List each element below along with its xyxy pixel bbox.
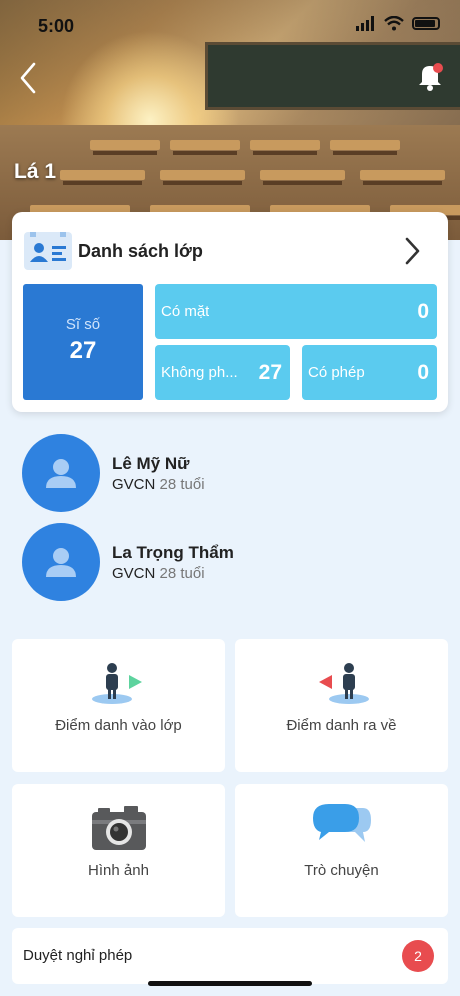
checkin-icon: [91, 663, 142, 704]
leave-approval-row[interactable]: Duyệt nghỉ phép 2: [12, 928, 448, 984]
absent-unexcused-value: 27: [258, 361, 282, 384]
camera-icon: [91, 806, 146, 850]
hero-desk: [160, 170, 245, 180]
excused-tile[interactable]: Có phép 0: [302, 345, 437, 400]
checkin-button[interactable]: Điểm danh vào lớp: [12, 639, 225, 772]
photos-button[interactable]: Hình ảnh: [12, 784, 225, 917]
chat-button[interactable]: Trò chuyện: [235, 784, 448, 917]
class-name: Lá 1: [14, 160, 57, 183]
chat-label: Trò chuyện: [304, 862, 379, 879]
hero-desk: [330, 140, 400, 150]
excused-label: Có phép: [308, 364, 365, 381]
signal-icon: [356, 16, 374, 31]
user-icon: [46, 459, 76, 488]
hero-desk: [90, 140, 160, 150]
absent-unexcused-label: Không ph...: [161, 364, 238, 381]
hero-desk: [170, 140, 240, 150]
chevron-right-icon: [405, 237, 420, 265]
class-list-icon: [24, 232, 72, 270]
status-icons: [356, 16, 440, 31]
checkin-label: Điểm danh vào lớp: [55, 717, 182, 734]
present-label: Có mặt: [161, 303, 210, 320]
teacher-item[interactable]: La Trọng Thẩm GVCN 28 tuổi: [22, 523, 442, 601]
battery-icon: [412, 17, 440, 30]
class-list-title: Danh sách lớp: [78, 241, 203, 261]
teacher-name: Lê Mỹ Nữ: [112, 454, 190, 473]
checkout-label: Điểm danh ra về: [286, 717, 397, 734]
wifi-icon: [384, 16, 404, 31]
leave-approval-label: Duyệt nghỉ phép: [23, 947, 133, 964]
avatar: [22, 523, 100, 601]
status-bar: 5:00: [0, 0, 460, 50]
home-indicator: [148, 981, 312, 986]
checkout-icon: [318, 663, 369, 704]
teacher-role-label: GVCN: [112, 565, 156, 582]
teacher-age: 28 tuổi: [159, 476, 205, 493]
back-button[interactable]: [14, 60, 44, 96]
checkout-button[interactable]: Điểm danh ra về: [235, 639, 448, 772]
bell-icon: [419, 63, 443, 91]
teacher-name: La Trọng Thẩm: [112, 543, 234, 562]
total-students-label: Sĩ số: [65, 316, 101, 333]
teacher-item[interactable]: Lê Mỹ Nữ GVCN 28 tuổi: [22, 434, 442, 512]
id-card-icon: [26, 232, 70, 268]
leave-count-badge: 2: [402, 940, 434, 972]
photos-label: Hình ảnh: [88, 862, 149, 879]
chevron-left-icon: [20, 62, 36, 94]
present-tile[interactable]: Có mặt 0: [155, 284, 437, 339]
teacher-age: 28 tuổi: [159, 565, 205, 582]
hero-desk: [260, 170, 345, 180]
avatar: [22, 434, 100, 512]
total-students-tile[interactable]: Sĩ số 27: [23, 284, 143, 400]
teacher-role: GVCN 28 tuổi: [112, 476, 205, 493]
total-students-value: 27: [69, 337, 97, 364]
class-list-open-button[interactable]: [402, 236, 422, 266]
teacher-role-label: GVCN: [112, 476, 156, 493]
hero-desk: [60, 170, 145, 180]
absent-unexcused-tile[interactable]: Không ph... 27: [155, 345, 290, 400]
hero-desk: [360, 170, 445, 180]
notification-button[interactable]: [414, 60, 446, 92]
user-icon: [46, 548, 76, 577]
hero-desk: [250, 140, 320, 150]
chat-icon: [312, 804, 371, 842]
teacher-role: GVCN 28 tuổi: [112, 565, 205, 582]
excused-value: 0: [417, 361, 429, 384]
present-value: 0: [417, 300, 429, 323]
status-time: 5:00: [38, 16, 75, 36]
class-list-card: Danh sách lớp Sĩ số 27 Có mặt 0 Không ph…: [12, 212, 448, 412]
